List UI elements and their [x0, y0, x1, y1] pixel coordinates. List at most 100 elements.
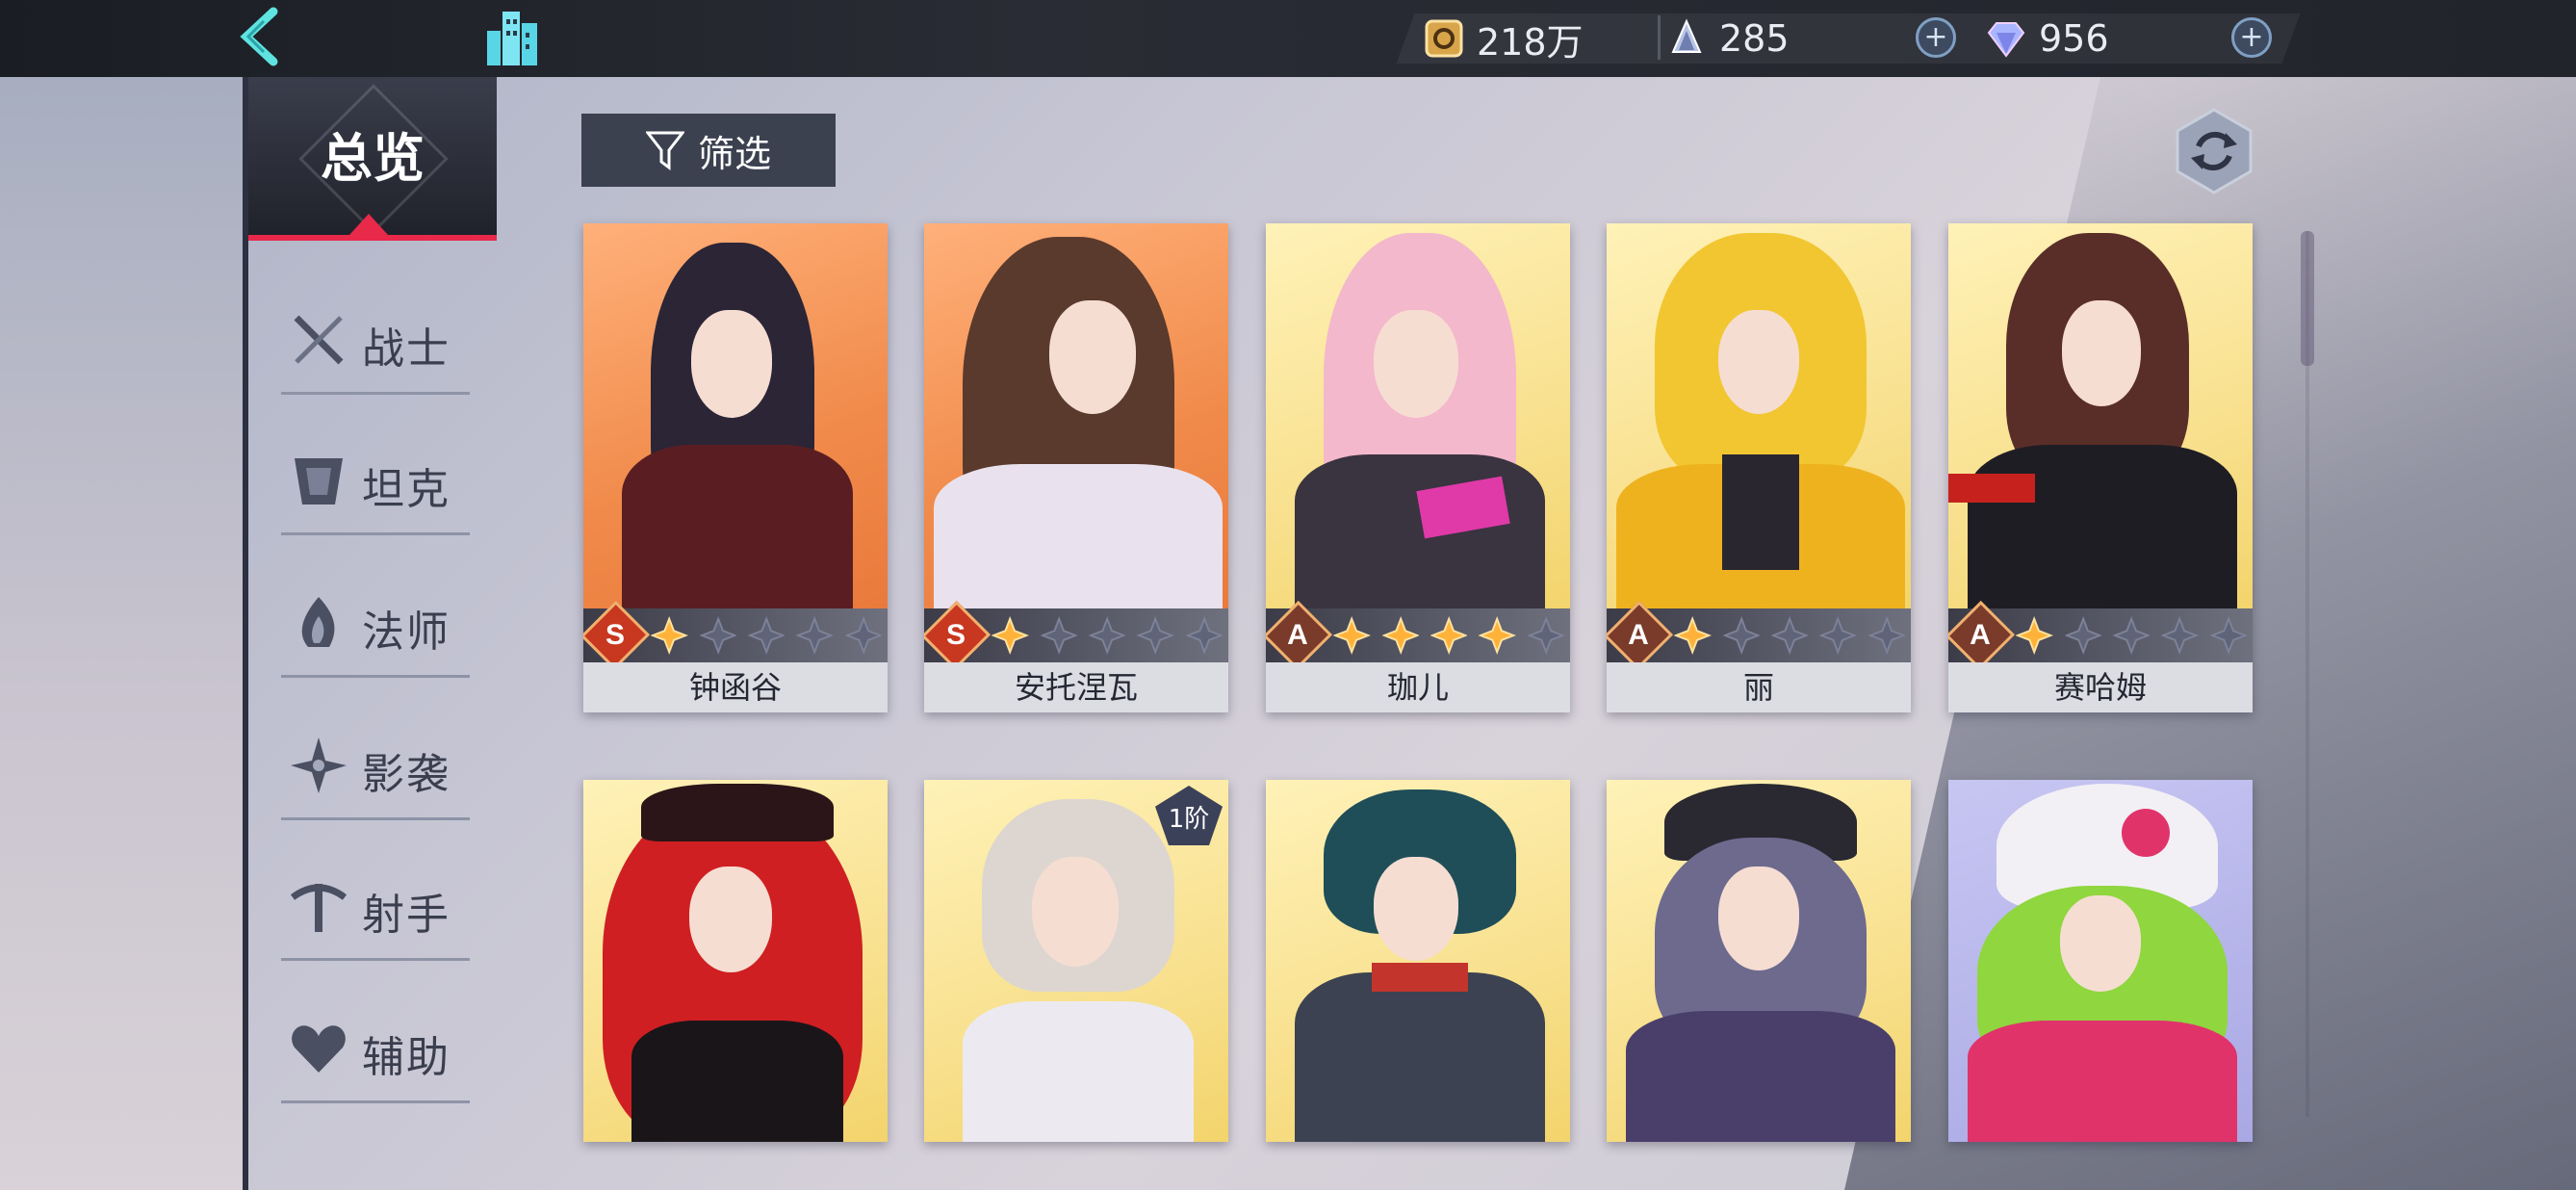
star-filled-icon — [1381, 616, 1419, 655]
rank-badge: S — [924, 600, 992, 671]
star-empty-icon — [1770, 616, 1809, 655]
star-empty-icon — [1137, 616, 1174, 655]
star-empty-icon — [1722, 616, 1760, 655]
hero-portrait — [1607, 780, 1911, 1142]
star-filled-icon — [1333, 616, 1371, 655]
tab-tank[interactable]: 坦克 — [281, 420, 470, 535]
star-empty-icon — [796, 616, 834, 655]
shuriken-icon — [291, 737, 347, 793]
star-bar: S — [583, 600, 888, 671]
hero-portrait — [583, 223, 888, 608]
hero-portrait — [1266, 223, 1570, 608]
star-empty-icon — [699, 616, 736, 655]
active-tab-indicator — [349, 214, 388, 235]
gold-coin-icon — [1425, 19, 1463, 58]
filter-button-label: 筛选 — [697, 132, 771, 175]
flame-icon — [301, 597, 335, 647]
star-empty-icon — [1868, 616, 1905, 655]
tab-support-label: 辅助 — [362, 1033, 451, 1082]
tab-mage-label: 法师 — [362, 608, 451, 657]
home-button[interactable] — [481, 4, 549, 71]
sidebar-divider — [243, 77, 248, 1190]
tab-warrior-label: 战士 — [362, 324, 451, 374]
star-bar: A — [1948, 600, 2253, 671]
star-empty-icon — [1088, 616, 1126, 655]
top-bar: 218万 285 + 956 + — [0, 0, 2576, 77]
crystal-stamina-icon — [1671, 18, 1702, 53]
hero-card[interactable]: A 赛哈姆 — [1948, 223, 2253, 712]
star-empty-icon — [2161, 616, 2199, 655]
add-stamina-button[interactable]: + — [1916, 17, 1956, 58]
tab-marksman-label: 射手 — [362, 891, 451, 940]
star-bar: A — [1607, 600, 1911, 671]
hero-name: 钟函谷 — [583, 662, 888, 712]
resource-separator — [1658, 15, 1661, 60]
star-empty-icon — [1040, 616, 1077, 655]
hero-card[interactable]: A 丽 — [1607, 223, 1911, 712]
hero-card[interactable] — [1948, 780, 2253, 1142]
star-empty-icon — [1527, 616, 1564, 655]
hero-portrait — [1948, 780, 2253, 1142]
hero-portrait — [1607, 223, 1911, 608]
star-bar: A — [1266, 600, 1570, 671]
filter-button[interactable]: 筛选 — [581, 114, 836, 187]
diamond-icon — [1987, 22, 2025, 58]
hero-name: 珈儿 — [1266, 662, 1570, 712]
sidebar-background — [0, 77, 245, 1190]
city-home-icon — [487, 12, 537, 65]
star-empty-icon — [2112, 616, 2151, 655]
hero-card[interactable]: A 珈儿 — [1266, 223, 1570, 712]
hero-name: 丽 — [1607, 662, 1911, 712]
hero-portrait — [583, 780, 888, 1142]
rank-badge: S — [583, 600, 651, 671]
rank-badge: A — [1266, 600, 1333, 671]
gold-resource: 218万 — [1423, 13, 1584, 64]
hero-portrait — [924, 223, 1228, 608]
tab-marksman[interactable]: 射手 — [281, 845, 470, 961]
tab-mage[interactable]: 法师 — [281, 562, 470, 678]
tab-assassin-label: 影袭 — [362, 750, 451, 799]
add-diamond-button[interactable]: + — [2231, 17, 2272, 58]
hero-card[interactable] — [1607, 780, 1911, 1142]
scrollbar-thumb[interactable] — [2301, 231, 2314, 366]
rank-badge: A — [1948, 600, 2016, 671]
refresh-button[interactable] — [2174, 108, 2254, 194]
hero-card[interactable] — [583, 780, 888, 1142]
tab-support[interactable]: 辅助 — [281, 988, 470, 1103]
crossed-swords-icon — [294, 315, 344, 365]
star-filled-icon — [651, 616, 688, 655]
star-filled-icon — [2016, 616, 2053, 655]
rank-badge: A — [1607, 600, 1674, 671]
hero-name: 赛哈姆 — [1948, 662, 2253, 712]
tab-warrior[interactable]: 战士 — [281, 279, 470, 395]
refresh-hexagon-icon — [2176, 108, 2253, 194]
diamond-value: 956 — [2039, 17, 2109, 60]
star-empty-icon — [2209, 616, 2247, 655]
star-filled-icon — [1479, 616, 1516, 655]
diamond-resource: 956 — [1985, 13, 2109, 64]
gold-value: 218万 — [1477, 20, 1584, 64]
filter-funnel-icon — [645, 131, 684, 170]
shield-icon — [295, 458, 343, 504]
tab-overview-label: 总览 — [321, 128, 425, 189]
hero-card[interactable]: S 安托涅瓦 — [924, 223, 1228, 712]
star-empty-icon — [2064, 616, 2101, 655]
star-empty-icon — [1185, 616, 1223, 655]
star-filled-icon — [1674, 616, 1712, 655]
hero-portrait — [1948, 223, 2253, 608]
hero-name: 安托涅瓦 — [924, 662, 1228, 712]
hero-card[interactable] — [1266, 780, 1570, 1142]
star-filled-icon — [992, 616, 1029, 655]
stamina-value: 285 — [1719, 17, 1790, 60]
star-empty-icon — [844, 616, 882, 655]
stamina-resource: 285 — [1665, 13, 1790, 64]
heart-icon — [292, 1025, 346, 1073]
tab-assassin[interactable]: 影袭 — [281, 705, 470, 820]
star-bar: S — [924, 600, 1228, 671]
hero-card[interactable]: 1阶 — [924, 780, 1228, 1142]
back-button[interactable] — [231, 4, 289, 71]
tab-tank-label: 坦克 — [362, 465, 451, 514]
star-filled-icon — [1430, 616, 1468, 655]
hero-card[interactable]: S 钟函谷 — [583, 223, 888, 712]
crossbow-icon — [290, 884, 348, 932]
